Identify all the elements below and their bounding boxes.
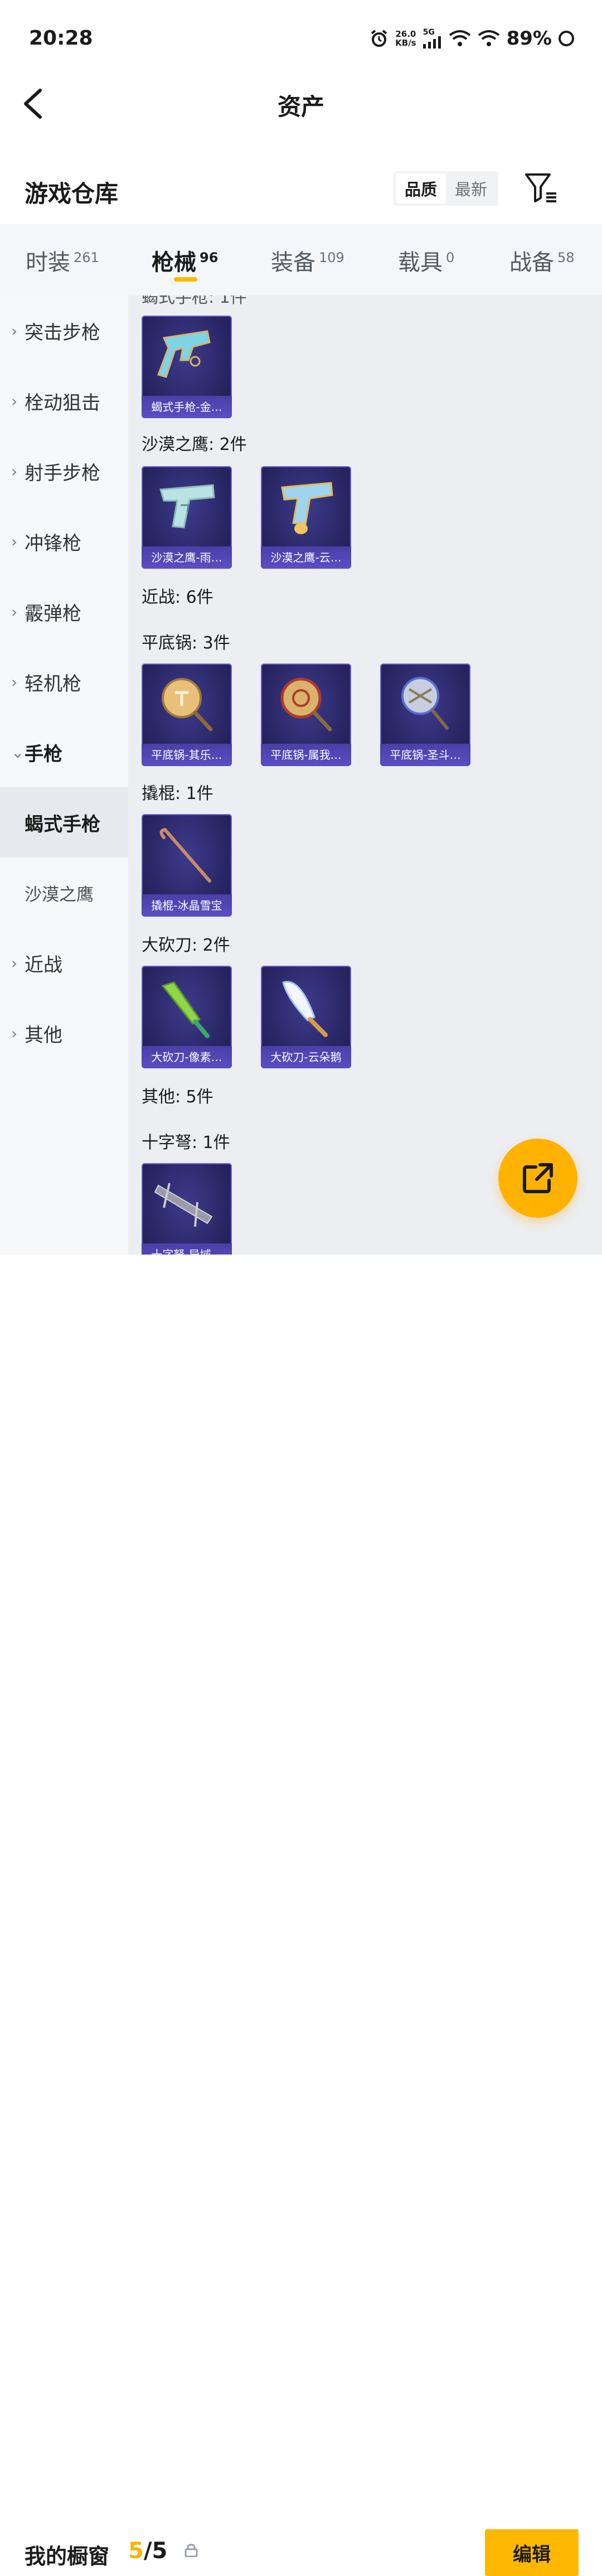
- item-grid-area[interactable]: 蝎式手枪: 1件 蝎式手枪-金… 沙漠之鹰: 2件 沙漠之鹰-雨… 沙漠之鹰-云…: [128, 296, 602, 1255]
- network-speed: 26.0 KB/s: [395, 29, 416, 48]
- chevron-right-icon: ›: [11, 1024, 18, 1043]
- item-card-pan-2[interactable]: 平底锅-属我…: [261, 664, 351, 766]
- tab-equipment[interactable]: 装备 109: [271, 244, 344, 277]
- sidebar-item-other[interactable]: › 其他: [0, 998, 128, 1068]
- section-header-machete: 大砍刀: 2件: [142, 936, 230, 955]
- item-card-machete-1[interactable]: 大砍刀-像素…: [142, 966, 232, 1068]
- sidebar-item-lmg[interactable]: › 轻机枪: [0, 647, 128, 717]
- tab-fashion[interactable]: 时装 261: [26, 244, 99, 277]
- frying-pan-icon: [401, 677, 449, 730]
- page-title: 资产: [277, 93, 324, 120]
- status-icons: 26.0 KB/s 5G 89%: [370, 25, 574, 52]
- sidebar-sub-scorpion[interactable]: 蝎式手枪: [0, 787, 128, 858]
- tab-vehicles[interactable]: 载具 0: [398, 244, 454, 277]
- sidebar-item-smg[interactable]: › 冲锋枪: [0, 506, 128, 577]
- item-card-deagle-1[interactable]: 沙漠之鹰-雨…: [142, 466, 232, 569]
- active-tab-indicator: [174, 277, 197, 282]
- scorpion-pistol-icon: [157, 330, 211, 378]
- tab-firearms[interactable]: 枪械 96: [152, 244, 218, 277]
- status-time: 20:28: [29, 27, 93, 50]
- sidebar-item-shotgun[interactable]: › 霰弹枪: [0, 577, 128, 647]
- section-header-scorpion: 蝎式手枪: 1件: [142, 296, 247, 307]
- chevron-right-icon: ›: [11, 602, 18, 621]
- share-button[interactable]: [498, 1139, 577, 1218]
- chevron-right-icon: ›: [11, 321, 18, 340]
- section-header-crossbow: 十字弩: 1件: [142, 1133, 230, 1153]
- warehouse-title: 游戏仓库: [25, 180, 119, 207]
- tab-combat-supplies[interactable]: 战备 58: [509, 244, 575, 277]
- chevron-right-icon: ›: [11, 532, 18, 551]
- chevron-right-icon: ›: [11, 953, 18, 972]
- lock-icon: [185, 2544, 198, 2557]
- sort-latest-button[interactable]: 最新: [446, 173, 496, 204]
- showcase-count: 5/5: [128, 2538, 168, 2564]
- crossbow-icon: [154, 1183, 213, 1227]
- section-header-crowbar: 撬棍: 1件: [142, 784, 213, 803]
- sidebar-item-bolt-sniper[interactable]: › 栓动狙击: [0, 366, 128, 436]
- frying-pan-icon: [162, 678, 213, 732]
- sort-quality-button[interactable]: 品质: [396, 173, 446, 204]
- signal-icon: 5G: [423, 28, 442, 49]
- chevron-right-icon: ›: [11, 391, 18, 410]
- item-card-machete-2[interactable]: 大砍刀-云朵鹅: [261, 966, 351, 1068]
- battery-percent: 89%: [506, 27, 552, 50]
- filter-icon[interactable]: [524, 171, 560, 206]
- desert-eagle-icon: [159, 484, 215, 529]
- section-header-deagle: 沙漠之鹰: 2件: [142, 435, 247, 454]
- wifi-calling-icon: [449, 30, 470, 46]
- chevron-right-icon: ›: [11, 672, 18, 691]
- item-card-pan-1[interactable]: 平底锅-其乐…: [142, 664, 232, 766]
- chevron-right-icon: ›: [11, 462, 18, 481]
- chevron-down-icon: ⌄: [11, 743, 25, 762]
- alarm-icon: [371, 30, 387, 47]
- battery-icon: [559, 31, 574, 46]
- sidebar-sub-desert-eagle[interactable]: 沙漠之鹰: [0, 858, 128, 928]
- item-card-pan-3[interactable]: 平底锅-圣斗…: [380, 664, 470, 766]
- machete-icon: [161, 981, 210, 1038]
- status-bar: 20:28 26.0 KB/s 5G 89%: [0, 0, 602, 78]
- external-link-icon: [523, 1163, 553, 1193]
- wifi-icon: [478, 30, 499, 46]
- sort-toggle: 品质 最新: [394, 171, 498, 206]
- frying-pan-icon: [280, 677, 332, 732]
- edit-button[interactable]: 编辑: [485, 2529, 579, 2576]
- sidebar-item-dmr[interactable]: › 射手步枪: [0, 436, 128, 506]
- section-header-melee: 近战: 6件: [142, 588, 213, 607]
- item-card-scorpion-1[interactable]: 蝎式手枪-金…: [142, 316, 232, 418]
- item-card-deagle-2[interactable]: 沙漠之鹰-云…: [261, 466, 351, 569]
- sidebar-item-pistol[interactable]: ⌄ 手枪: [0, 717, 128, 787]
- desert-eagle-icon: [281, 482, 333, 534]
- sidebar-item-assault-rifle[interactable]: › 突击步枪: [0, 296, 128, 366]
- showcase-label: 我的橱窗: [25, 2544, 110, 2569]
- sidebar-item-melee[interactable]: › 近战: [0, 928, 128, 998]
- item-card-crowbar-1[interactable]: 撬棍-冰晶雪宝: [142, 814, 232, 917]
- section-header-pan: 平底锅: 3件: [142, 633, 230, 653]
- machete-icon: [282, 981, 328, 1037]
- section-header-other: 其他: 5件: [142, 1087, 213, 1107]
- item-card-crossbow-1[interactable]: 十字弩-异域…: [142, 1163, 232, 1255]
- crowbar-icon: [159, 827, 211, 883]
